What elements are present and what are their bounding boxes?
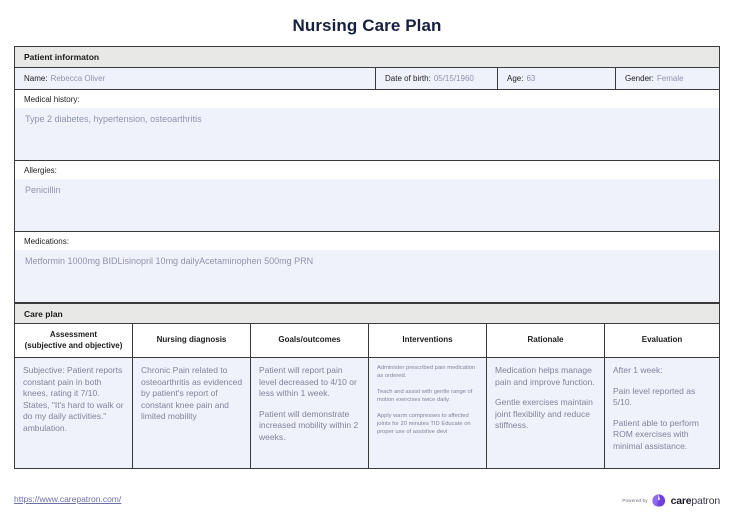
block-medical-history: Medical history: Type 2 diabetes, hypert… [15,90,719,161]
column-header-assessment: Assessment (subjective and objective) [15,324,132,358]
patient-information-row: Name: Rebecca Oliver Date of birth: 05/1… [15,68,719,90]
cell-goals-outcomes[interactable]: Patient will report pain level decreased… [251,358,368,468]
column-header-goals-outcomes: Goals/outcomes [251,324,368,358]
footer-website-link[interactable]: https://www.carepatron.com/ [14,494,121,504]
medical-history-label: Medical history: [15,90,719,108]
field-age-value: 63 [526,74,536,83]
medications-label: Medications: [15,232,719,250]
allergies-value[interactable]: Penicillin [15,179,719,231]
cell-assessment[interactable]: Subjective: Patient reports constant pai… [15,358,132,468]
cell-evaluation-p3: Patient able to perform ROM exercises wi… [613,417,699,451]
cell-assessment-p1: Subjective: Patient reports constant pai… [23,365,124,433]
field-gender[interactable]: Gender: Female [615,68,719,89]
allergies-label: Allergies: [15,161,719,179]
cell-goals-outcomes-p2: Patient will demonstrate increased mobil… [259,408,359,442]
field-name-label: Name: [24,74,48,83]
field-name-value: Rebecca Oliver [50,74,106,83]
carepatron-branding: Powered by carepatron [622,494,720,507]
cell-nursing-diagnosis-p1: Chronic Pain related to osteoarthritis a… [141,365,243,421]
cell-evaluation-p2: Pain level reported as 5/10. [613,385,696,408]
cell-interventions-p2: Teach and assist with gentle range of mo… [377,389,473,403]
cell-nursing-diagnosis[interactable]: Chronic Pain related to osteoarthritis a… [133,358,250,468]
column-header-assessment-line1: Assessment [49,330,98,339]
field-date-of-birth[interactable]: Date of birth: 05/15/1960 [375,68,497,89]
care-plan-column-interventions: Interventions Administer prescribed pain… [369,324,487,468]
care-plan-table: Assessment (subjective and objective) Su… [15,324,719,468]
field-gender-label: Gender: [625,74,654,83]
cell-goals-outcomes-p1: Patient will report pain level decreased… [259,365,357,398]
page-title: Nursing Care Plan [292,16,442,35]
cell-interventions-p3: Apply warm compresses to affected joints… [377,413,471,435]
powered-by-label: Powered by [622,498,648,503]
field-gender-value: Female [656,74,684,83]
section-header-care-plan: Care plan [15,303,719,324]
block-medications: Medications: Metformin 1000mg BIDLisinop… [15,232,719,303]
carepatron-wordmark: carepatron [670,494,721,507]
cell-evaluation[interactable]: After 1 week: Pain level reported as 5/1… [605,358,719,468]
carepatron-wordmark-bold: care [670,494,692,507]
column-header-nursing-diagnosis: Nursing diagnosis [133,324,250,358]
field-age[interactable]: Age: 63 [497,68,615,89]
medications-value[interactable]: Metformin 1000mg BIDLisinopril 10mg dail… [15,250,719,302]
cell-rationale-p2: Gentle exercises maintain joint flexibil… [495,397,593,430]
care-plan-column-nursing-diagnosis: Nursing diagnosis Chronic Pain related t… [133,324,251,468]
column-header-rationale: Rationale [487,324,604,358]
document-page: Nursing Care Plan Patient informaton Nam… [0,0,734,520]
cell-interventions-p1: Administer prescribed pain medication as… [377,365,476,379]
cell-rationale[interactable]: Medication helps manage pain and improve… [487,358,604,468]
cell-evaluation-p1: After 1 week: [613,365,663,375]
column-header-assessment-line2: (subjective and objective) [24,340,123,350]
medical-history-value[interactable]: Type 2 diabetes, hypertension, osteoarth… [15,108,719,160]
care-plan-column-goals-outcomes: Goals/outcomes Patient will report pain … [251,324,369,468]
cell-interventions[interactable]: Administer prescribed pain medication as… [369,358,486,468]
field-date-of-birth-value: 05/15/1960 [433,74,474,83]
field-date-of-birth-label: Date of birth: [385,74,431,83]
section-header-patient-information: Patient informaton [15,47,719,68]
cell-rationale-p1: Medication helps manage pain and improve… [495,365,595,387]
care-plan-sheet: Patient informaton Name: Rebecca Oliver … [14,46,720,469]
carepatron-wordmark-light: patron [691,494,720,507]
column-header-interventions: Interventions [369,324,486,358]
care-plan-column-evaluation: Evaluation After 1 week: Pain level repo… [605,324,719,468]
care-plan-column-rationale: Rationale Medication helps manage pain a… [487,324,605,468]
care-plan-column-assessment: Assessment (subjective and objective) Su… [15,324,133,468]
column-header-evaluation: Evaluation [605,324,719,358]
field-name[interactable]: Name: Rebecca Oliver [15,68,375,89]
field-age-label: Age: [507,74,524,83]
block-allergies: Allergies: Penicillin [15,161,719,232]
carepatron-logo-icon [652,494,665,507]
